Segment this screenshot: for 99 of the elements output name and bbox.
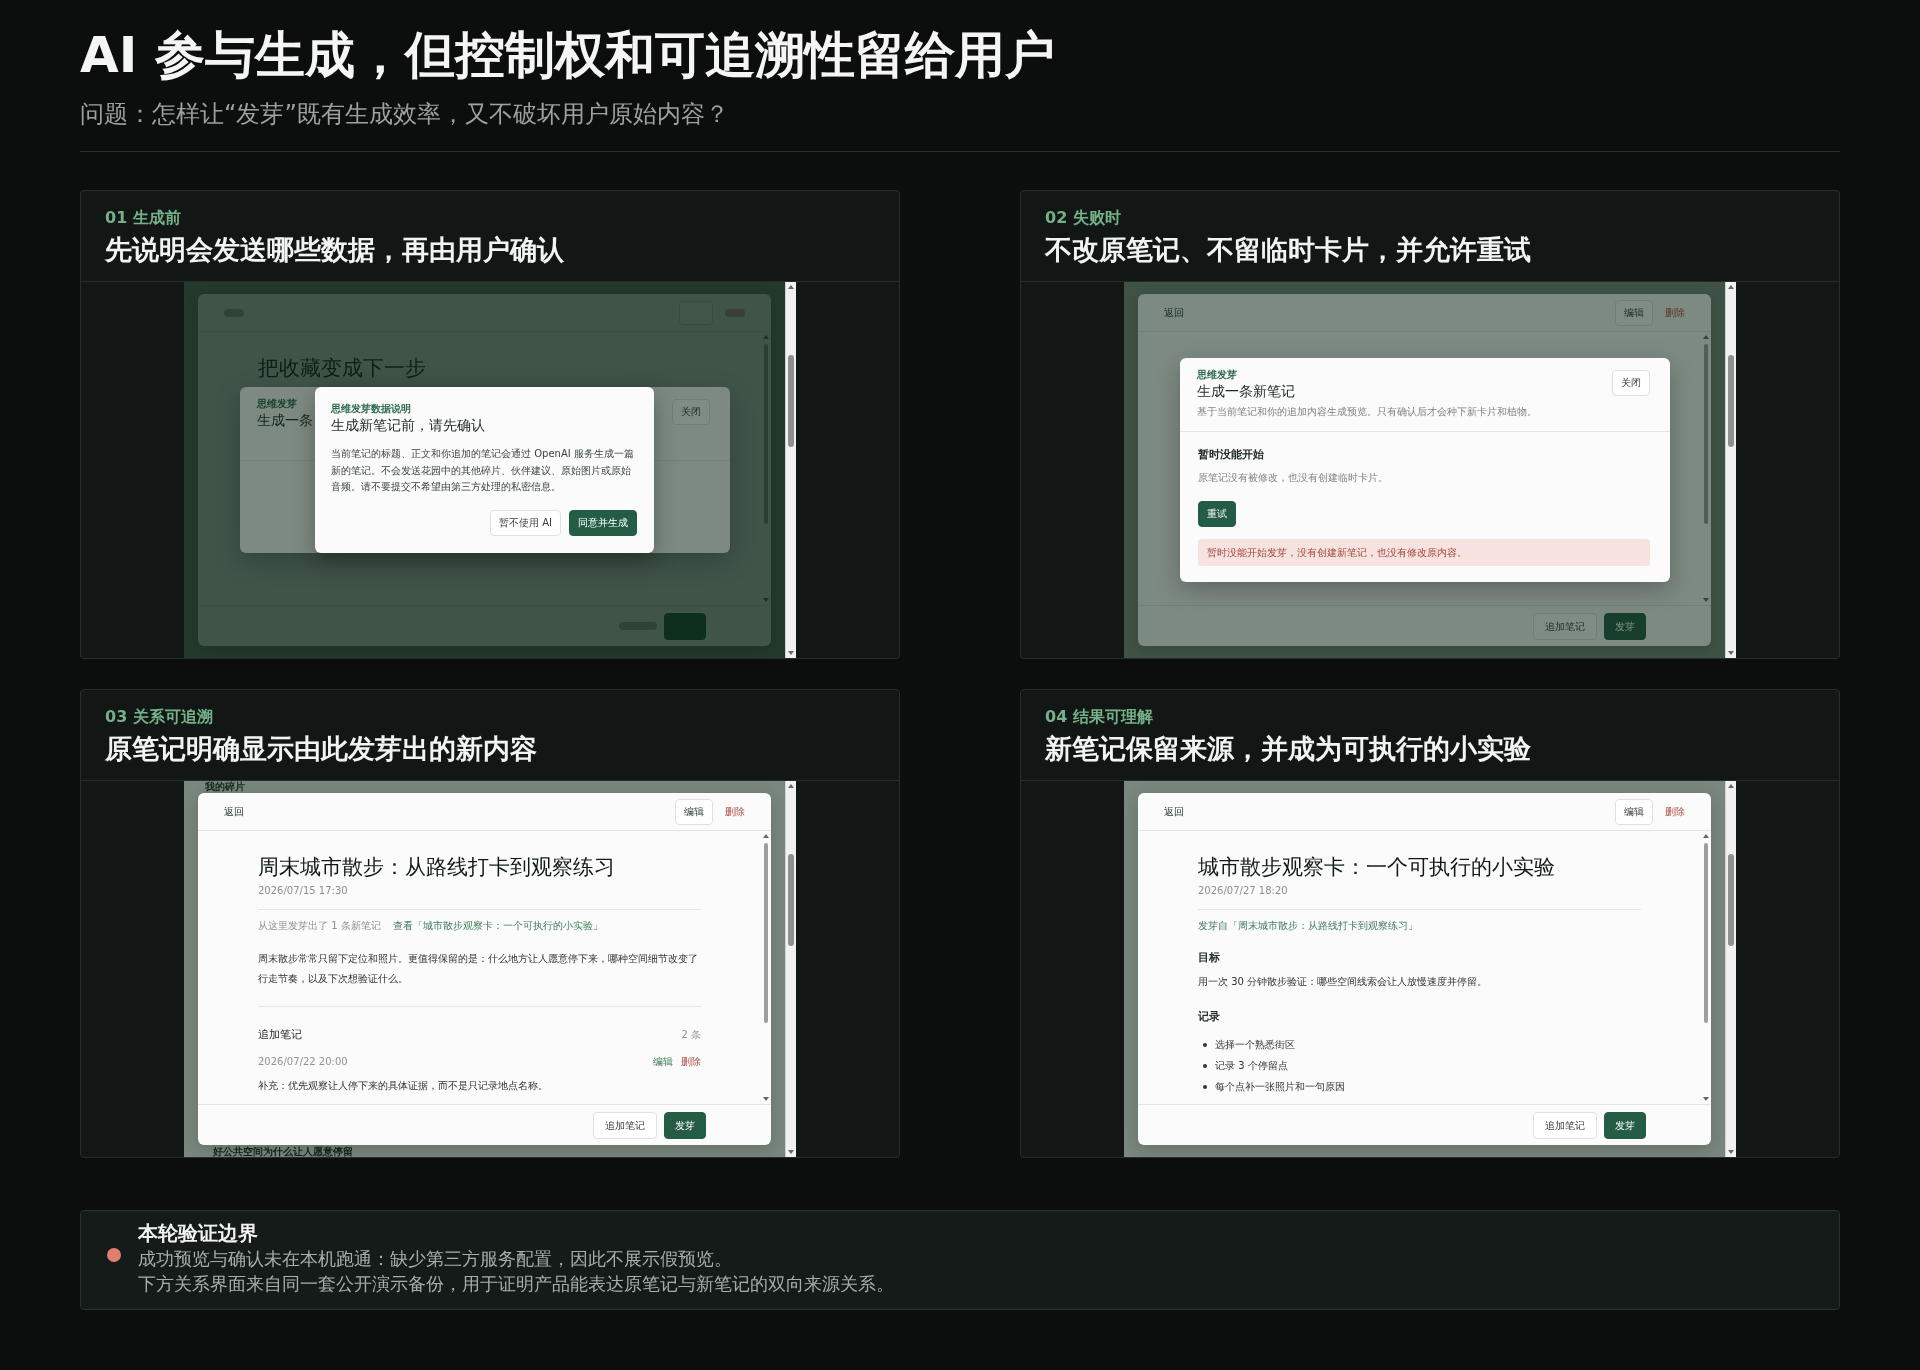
- list-item-text: 每个点补一张照片和一句原因: [1215, 1079, 1345, 1094]
- scroll-down-icon[interactable]: [1728, 651, 1734, 655]
- edit-link[interactable]: 编辑: [653, 1056, 673, 1068]
- retry-button[interactable]: 重试: [1197, 501, 1236, 527]
- scroll-up-icon[interactable]: [1728, 285, 1734, 289]
- dialog-eyebrow: 思维发芽: [1196, 369, 1237, 381]
- back-link[interactable]: 返回: [1164, 306, 1184, 319]
- scroll-up-icon[interactable]: [762, 834, 769, 838]
- scrollbar[interactable]: [785, 781, 796, 1157]
- panel-heading: 不改原笔记、不留临时卡片，并允许重试: [1045, 233, 1531, 267]
- scrollbar[interactable]: [785, 282, 796, 658]
- primary-button[interactable]: 发芽: [1604, 612, 1646, 640]
- list-item-text: 选择一个熟悉街区: [1215, 1037, 1295, 1052]
- bullet-icon: [1203, 1042, 1207, 1047]
- notice-text: 成功预览与确认未在本机跑通：缺少第三方服务配置，因此不展示假预览。: [138, 1247, 732, 1271]
- origin-link[interactable]: 发芽自「周末城市散步：从路线打卡到观察练习」: [1198, 919, 1418, 933]
- panel-heading: 原笔记明确显示由此发芽出的新内容: [105, 732, 537, 766]
- scrollbar-thumb[interactable]: [1703, 843, 1708, 1023]
- primary-button[interactable]: 发芽: [664, 1111, 706, 1139]
- origin-text: 从这里发芽出了 1 条新笔记: [258, 919, 381, 933]
- status-dot-icon: [107, 1248, 121, 1262]
- scrollbar-thumb[interactable]: [1703, 344, 1708, 524]
- scroll-up-icon[interactable]: [1728, 784, 1734, 788]
- dialog-eyebrow: 思维发芽: [256, 398, 297, 410]
- entry-date: 2026/07/22 20:00: [258, 1055, 348, 1069]
- dialog-title: 生成新笔记前，请先确认: [331, 416, 485, 435]
- panel-heading: 新笔记保留来源，并成为可执行的小实验: [1045, 732, 1531, 766]
- delete-link[interactable]: 删除: [1665, 805, 1685, 818]
- origin-link[interactable]: 查看「城市散步观察卡：一个可执行的小实验」: [392, 919, 603, 933]
- bullet-icon: [1203, 1063, 1207, 1068]
- notice-title: 本轮验证边界: [138, 1220, 258, 1246]
- section-heading: 目标: [1198, 950, 1221, 966]
- scrollbar-thumb[interactable]: [1728, 854, 1734, 946]
- error-alert: 暂时没能开始发芽，没有创建新笔记，也没有修改原内容。: [1197, 539, 1650, 566]
- secondary-button[interactable]: 暂不使用 AI: [490, 509, 561, 536]
- scroll-down-icon[interactable]: [1728, 1150, 1734, 1154]
- close-button[interactable]: 关闭: [671, 399, 710, 425]
- page-subtitle: 问题：怎样让“发芽”既有生成效率，又不破坏用户原始内容？: [80, 99, 730, 130]
- scroll-down-icon[interactable]: [788, 1150, 794, 1154]
- back-link[interactable]: 返回: [1164, 805, 1184, 818]
- back-link[interactable]: 返回: [224, 805, 244, 818]
- note-title: 城市散步观察卡：一个可执行的小实验: [1198, 854, 1555, 881]
- scrollbar[interactable]: [1702, 834, 1709, 1101]
- scrollbar[interactable]: [1702, 335, 1709, 602]
- section-heading: 记录: [1198, 1009, 1221, 1025]
- scrollbar-thumb[interactable]: [1728, 355, 1734, 447]
- bullet-icon: [1203, 1084, 1207, 1089]
- scrollbar-thumb[interactable]: [763, 843, 768, 1023]
- notice-text: 下方关系界面来自同一套公开演示备份，用于证明产品能表达原笔记与新笔记的双向来源关系。: [138, 1272, 894, 1296]
- scroll-down-icon[interactable]: [1702, 1097, 1709, 1101]
- primary-button[interactable]: 发芽: [1604, 1111, 1646, 1139]
- dialog-text: 当前笔记的标题、正文和你追加的笔记会通过 OpenAI 服务生成一篇新的笔记。不会发送花园中的其他碎片、伙伴建议、原始图片或原始音频。请不要提交不希望由第三方处理的私密信息。: [331, 447, 635, 495]
- secondary-button[interactable]: 追加笔记: [1533, 1111, 1597, 1139]
- scrollbar-thumb[interactable]: [788, 854, 794, 946]
- scrollbar-thumb[interactable]: [788, 355, 794, 447]
- list-item-text: 记录 3 个停留点: [1215, 1058, 1288, 1073]
- panel-heading: 先说明会发送哪些数据，再由用户确认: [105, 233, 564, 267]
- dialog-subtitle: 基于当前笔记和你的追加内容生成预览。只有确认后才会种下新卡片和植物。: [1196, 405, 1537, 419]
- scrollbar[interactable]: [762, 834, 769, 1101]
- scrollbar[interactable]: [1725, 781, 1736, 1157]
- close-button[interactable]: 关闭: [1611, 370, 1650, 396]
- entry-text: 补充：优先观察让人停下来的具体证据，而不是只记录地点名称。: [258, 1079, 549, 1093]
- edit-button[interactable]: 编辑: [1615, 798, 1653, 825]
- delete-link[interactable]: 删除: [681, 1056, 701, 1068]
- page-title: AI 参与生成，但控制权和可追溯性留给用户: [80, 25, 1056, 85]
- scroll-up-icon[interactable]: [1702, 834, 1709, 838]
- scroll-down-icon[interactable]: [1702, 598, 1709, 602]
- primary-button[interactable]: 同意并生成: [569, 509, 637, 536]
- edit-button[interactable]: 编辑: [675, 798, 713, 825]
- edit-button[interactable]: 编辑: [1615, 299, 1653, 326]
- scroll-up-icon[interactable]: [1702, 335, 1709, 339]
- step-label: 03 关系可追溯: [105, 707, 213, 727]
- scroll-up-icon[interactable]: [788, 285, 794, 289]
- addendum-heading: 追加笔记: [258, 1027, 302, 1043]
- dialog-eyebrow: 思维发芽数据说明: [331, 403, 411, 416]
- step-label: 04 结果可理解: [1045, 707, 1153, 727]
- note-paragraph: 周末散步常常只留下定位和照片。更值得保留的是：什么地方让人愿意停下来，哪种空间细节改变了行走节奏，以及下次想验证什么。: [258, 952, 699, 986]
- entry-count: 2 条: [681, 1028, 701, 1042]
- step-label: 01 生成前: [105, 208, 181, 228]
- status-heading: 暂时没能开始: [1197, 447, 1264, 463]
- note-title: 周末城市散步：从路线打卡到观察练习: [258, 854, 615, 881]
- status-text: 原笔记没有被修改，也没有创建临时卡片。: [1197, 471, 1388, 485]
- delete-link[interactable]: 删除: [725, 805, 745, 818]
- scrollbar[interactable]: [762, 335, 769, 602]
- scroll-up-icon[interactable]: [788, 784, 794, 788]
- step-label: 02 失败时: [1045, 208, 1121, 228]
- scroll-down-icon[interactable]: [762, 1097, 769, 1101]
- secondary-button[interactable]: 追加笔记: [1533, 612, 1597, 640]
- dialog-title: 生成一条新笔记: [1196, 382, 1295, 400]
- note-date: 2026/07/15 17:30: [258, 884, 348, 898]
- scrollbar[interactable]: [1725, 282, 1736, 658]
- secondary-button[interactable]: 追加笔记: [593, 1111, 657, 1139]
- scroll-down-icon[interactable]: [788, 651, 794, 655]
- placeholder-button[interactable]: [664, 612, 706, 640]
- note-date: 2026/07/27 18:20: [1198, 884, 1288, 898]
- dialog-title: 生成一条: [256, 411, 313, 429]
- section-title: 我的碎片: [205, 781, 245, 792]
- note-paragraph: 用一次 30 分钟散步验证：哪些空间线索会让人放慢速度并停留。: [1198, 975, 1489, 989]
- card-title: 好公共空间为什么让人愿意停留: [213, 1146, 353, 1157]
